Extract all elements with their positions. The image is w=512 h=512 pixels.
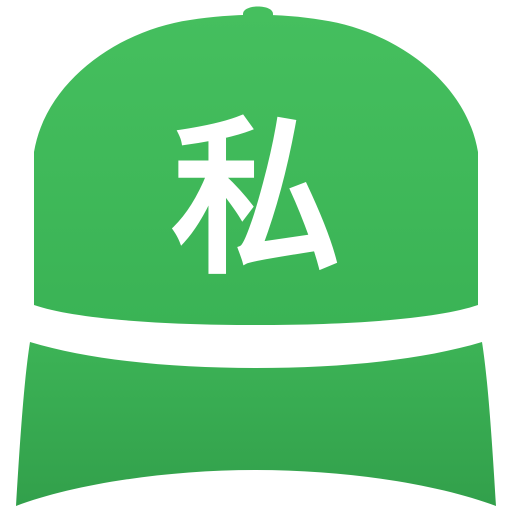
baseball-cap-icon: 私 <box>16 6 496 506</box>
cap-emblem-character: 私 <box>171 101 341 299</box>
cap-icon-stage: 私 <box>0 0 512 512</box>
cap-brim <box>16 342 496 506</box>
